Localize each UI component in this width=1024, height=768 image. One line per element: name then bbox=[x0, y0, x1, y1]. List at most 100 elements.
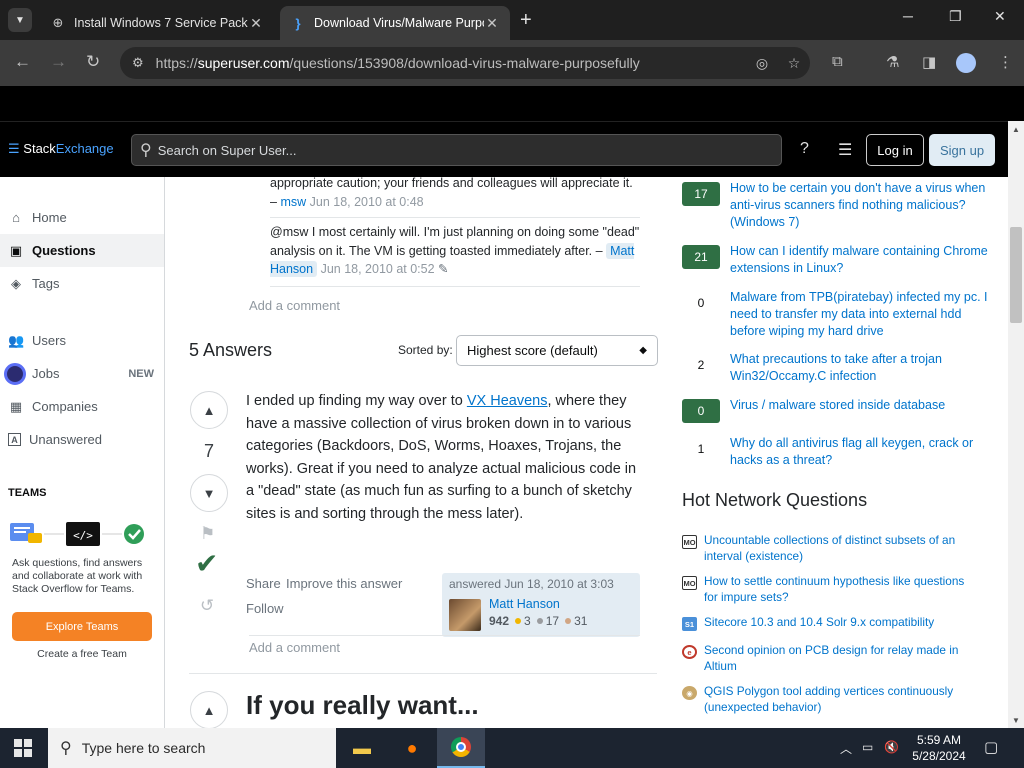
forward-icon[interactable]: → bbox=[50, 52, 67, 72]
superuser-favicon-icon: } bbox=[295, 15, 301, 31]
taskbar-search-box[interactable]: ⚲ Type here to search bbox=[48, 728, 336, 768]
related-question-link[interactable]: Malware from TPB(piratebay) infected my … bbox=[730, 289, 992, 340]
downvote-button[interactable]: ▼ bbox=[190, 474, 228, 512]
sort-select[interactable]: Highest score (default) ◆ bbox=[456, 335, 658, 366]
upvote-button[interactable]: ▲ bbox=[190, 391, 228, 429]
file-explorer-icon[interactable]: ▬ bbox=[338, 728, 386, 768]
explore-teams-button[interactable]: Explore Teams bbox=[12, 612, 152, 641]
taskbar-clock[interactable]: 5:59 AM 5/28/2024 bbox=[906, 732, 972, 764]
answers-count-heading: 5 Answers bbox=[189, 340, 273, 360]
answer-score-badge: 17 bbox=[682, 182, 720, 206]
hnq-link[interactable]: Sitecore 10.3 and 10.4 Solr 9.x compatib… bbox=[704, 615, 972, 631]
vx-heavens-link[interactable]: VX Heavens bbox=[467, 393, 548, 409]
scroll-up-icon[interactable]: ▲ bbox=[1012, 125, 1020, 134]
login-button[interactable]: Log in bbox=[866, 134, 924, 166]
address-bar[interactable]: ⚙ https://superuser.com/questions/153908… bbox=[120, 47, 810, 79]
extensions-icon[interactable]: ⧉ bbox=[832, 53, 843, 70]
browser-tab-strip: ▼ ⊕ Install Windows 7 Service Pack ✕ } D… bbox=[0, 0, 1024, 40]
sidebar-item-companies[interactable]: ▦ Companies bbox=[0, 390, 164, 423]
history-icon[interactable]: ↺ bbox=[200, 596, 214, 616]
scrollbar-thumb[interactable] bbox=[1010, 227, 1022, 323]
add-comment-link[interactable]: Add a comment bbox=[249, 640, 340, 655]
users-icon: 👥 bbox=[8, 332, 25, 348]
answer-score-badge: 0 bbox=[682, 291, 720, 315]
hnq-link[interactable]: Second opinion on PCB design for relay m… bbox=[704, 643, 972, 674]
browser-tab-download-virus[interactable]: } Download Virus/Malware Purpo ✕ bbox=[280, 6, 510, 40]
more-menu-icon[interactable]: ⋮ bbox=[998, 53, 1013, 71]
firefox-icon[interactable]: ● bbox=[388, 728, 436, 768]
unanswered-icon: A bbox=[8, 433, 21, 446]
hnq-link[interactable]: Uncountable collections of distinct subs… bbox=[704, 533, 972, 564]
answer-score-badge: 21 bbox=[682, 245, 720, 269]
follow-link[interactable]: Follow bbox=[246, 601, 284, 616]
bookmark-icon[interactable]: ⚑ bbox=[200, 524, 215, 544]
silver-badge-icon bbox=[536, 618, 543, 624]
svg-text:</>: </> bbox=[73, 529, 93, 542]
new-tab-icon[interactable]: + bbox=[520, 9, 532, 32]
stackexchange-logo[interactable]: ☰ StackExchange bbox=[8, 141, 114, 157]
improve-answer-link[interactable]: Improve this answer bbox=[286, 576, 402, 591]
profile-avatar-icon[interactable] bbox=[956, 53, 976, 77]
answer-divider bbox=[189, 673, 657, 674]
comment-date[interactable]: Jun 18, 2010 at 0:52 bbox=[321, 262, 435, 276]
comment-divider bbox=[270, 286, 640, 287]
eye-off-icon[interactable]: ◎ bbox=[746, 55, 778, 72]
windows-start-icon[interactable] bbox=[14, 739, 32, 757]
help-icon[interactable]: ? bbox=[800, 140, 809, 158]
reload-icon[interactable]: ↻ bbox=[86, 52, 100, 72]
sidebar-item-questions[interactable]: ▣ Questions bbox=[0, 234, 164, 267]
related-question-link[interactable]: What precautions to take after a trojan … bbox=[730, 351, 992, 385]
add-comment-link[interactable]: Add a comment bbox=[249, 298, 340, 313]
share-link[interactable]: Share bbox=[246, 576, 281, 591]
hnq-link[interactable]: How to settle continuum hypothesis like … bbox=[704, 574, 972, 605]
sidebar-item-tags[interactable]: ◈ Tags bbox=[0, 267, 164, 300]
scroll-down-icon[interactable]: ▼ bbox=[1012, 716, 1020, 725]
jobs-icon bbox=[4, 362, 26, 385]
teams-illustration-icon: </> bbox=[10, 522, 144, 546]
chrome-icon[interactable] bbox=[437, 728, 485, 768]
comment: appropriate caution; your friends and co… bbox=[270, 177, 633, 209]
notifications-icon[interactable]: ▢ bbox=[984, 738, 998, 756]
mathoverflow-site-icon: MO bbox=[682, 535, 697, 549]
labs-flask-icon[interactable]: ⚗ bbox=[886, 53, 899, 71]
upvote-button[interactable]: ▲ bbox=[190, 691, 228, 728]
comment-date[interactable]: Jun 18, 2010 at 0:48 bbox=[310, 195, 424, 209]
page-scrollbar[interactable]: ▲ ▼ bbox=[1008, 121, 1024, 728]
sidebar-item-jobs[interactable]: Jobs NEW bbox=[0, 357, 164, 390]
user-reputation: 942 3 17 31 bbox=[489, 614, 588, 628]
answered-date[interactable]: answered Jun 18, 2010 at 3:03 bbox=[449, 577, 614, 591]
tray-chevron-icon[interactable]: ︿ bbox=[840, 740, 852, 757]
related-question-link[interactable]: How can I identify malware containing Ch… bbox=[730, 243, 992, 277]
url-text: https://superuser.com/questions/153908/d… bbox=[155, 55, 640, 71]
vote-count: 7 bbox=[203, 441, 214, 461]
side-panel-icon[interactable]: ◨ bbox=[922, 53, 936, 71]
sidebar-item-home[interactable]: ⌂ Home bbox=[0, 201, 164, 234]
network-icon[interactable]: ▭ bbox=[862, 740, 873, 754]
sidebar-item-users[interactable]: 👥 Users bbox=[0, 324, 164, 357]
close-tab-icon[interactable]: ✕ bbox=[484, 15, 500, 32]
site-info-icon[interactable]: ⚙ bbox=[132, 55, 144, 71]
bookmark-star-icon[interactable]: ☆ bbox=[778, 55, 810, 72]
user-name-link[interactable]: Matt Hanson bbox=[489, 597, 560, 611]
restore-icon[interactable]: ❐ bbox=[949, 8, 962, 25]
site-search-input[interactable]: ⚲ Search on Super User... bbox=[131, 134, 782, 166]
search-icon: ⚲ bbox=[60, 740, 72, 757]
related-question-link[interactable]: Virus / malware stored inside database bbox=[730, 397, 992, 414]
signup-button[interactable]: Sign up bbox=[929, 134, 995, 166]
comment-user-link[interactable]: msw bbox=[280, 195, 306, 209]
browser-tab-install-windows[interactable]: ⊕ Install Windows 7 Service Pack ✕ bbox=[40, 6, 274, 40]
close-tab-icon[interactable]: ✕ bbox=[248, 15, 264, 32]
close-window-icon[interactable]: ✕ bbox=[994, 8, 1006, 25]
sidebar-item-unanswered[interactable]: A Unanswered bbox=[0, 423, 164, 456]
tab-search-chevron-icon[interactable]: ▼ bbox=[8, 8, 32, 32]
related-question-link[interactable]: How to be certain you don't have a virus… bbox=[730, 180, 992, 231]
create-free-team-link[interactable]: Create a free Team bbox=[12, 648, 152, 660]
volume-muted-icon[interactable]: 🔇 bbox=[884, 740, 899, 754]
related-question-link[interactable]: Why do all antivirus flag all keygen, cr… bbox=[730, 435, 992, 469]
avatar[interactable] bbox=[449, 599, 481, 631]
minimize-icon[interactable]: ─ bbox=[903, 8, 913, 24]
site-switcher-icon[interactable]: ☰ bbox=[838, 140, 852, 160]
divider bbox=[249, 635, 640, 636]
back-icon[interactable]: ← bbox=[14, 52, 31, 72]
hnq-link[interactable]: QGIS Polygon tool adding vertices contin… bbox=[704, 684, 972, 715]
